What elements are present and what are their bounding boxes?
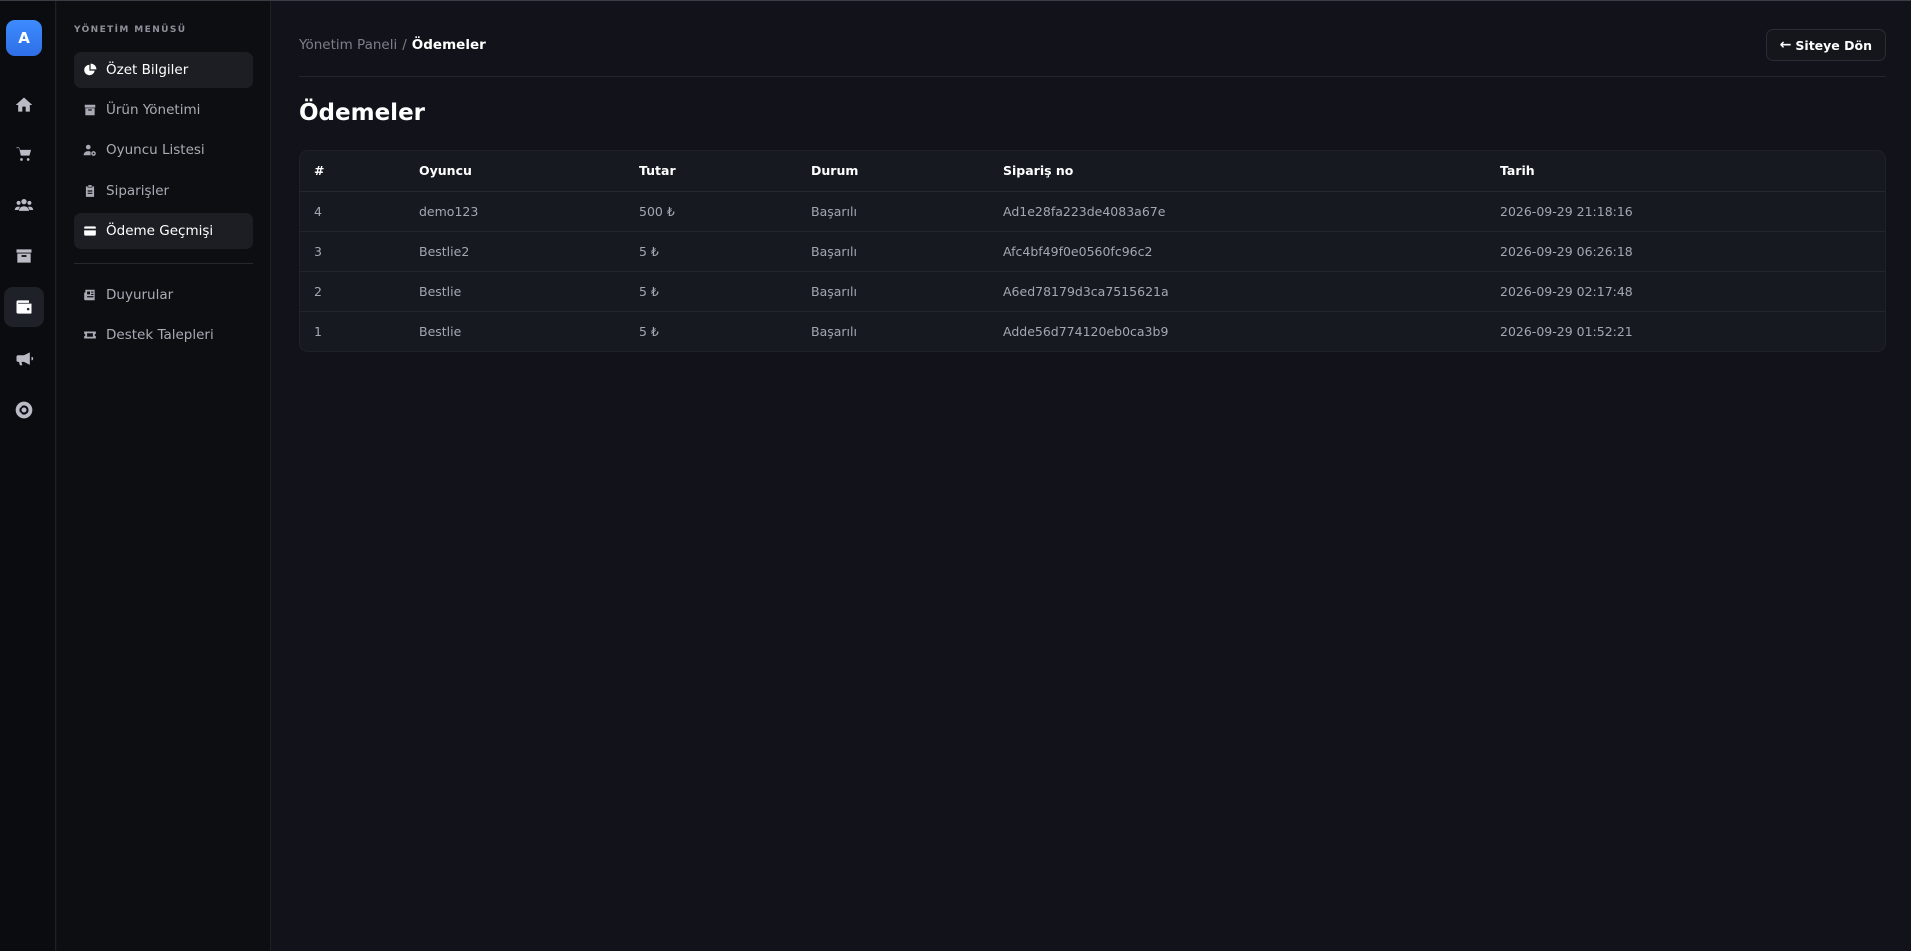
box-icon <box>84 104 96 116</box>
cell-order-no: Afc4bf49f0e0560fc96c2 <box>989 231 1486 272</box>
table-row[interactable]: 1 Bestlie 5 ₺ Başarılı Adde56d774120eb0c… <box>300 311 1885 351</box>
pie-chart-icon <box>84 63 97 76</box>
home-icon <box>15 97 33 112</box>
breadcrumb: Yönetim Paneli / Ödemeler <box>299 37 486 53</box>
rail-archive-button[interactable] <box>4 236 44 276</box>
user-gear-icon <box>83 144 96 156</box>
sidebar-item-label: Duyurular <box>106 287 174 303</box>
sidebar-item-players[interactable]: Oyuncu Listesi <box>74 132 253 168</box>
table-row[interactable]: 3 Bestlie2 5 ₺ Başarılı Afc4bf49f0e0560f… <box>300 231 1885 272</box>
wallet-icon <box>16 300 32 314</box>
sidebar-item-label: Ürün Yönetimi <box>106 102 201 118</box>
cell-status: Başarılı <box>797 191 989 232</box>
cell-date: 2026-09-29 21:18:16 <box>1486 191 1885 232</box>
table-header-row: # Oyuncu Tutar Durum Sipariş no Tarih <box>300 151 1885 192</box>
megaphone-icon <box>16 352 34 366</box>
sidebar-item-payment-history[interactable]: Ödeme Geçmişi <box>74 213 253 249</box>
app-logo[interactable]: A <box>6 20 42 56</box>
cell-order-no: A6ed78179d3ca7515621a <box>989 271 1486 312</box>
table-row[interactable]: 4 demo123 500 ₺ Başarılı Ad1e28fa223de40… <box>300 191 1885 232</box>
cell-amount: 5 ₺ <box>625 271 797 312</box>
archive-icon <box>16 249 32 263</box>
icon-rail: A <box>0 1 56 951</box>
sidebar-item-orders[interactable]: Siparişler <box>74 173 253 209</box>
rail-cart-button[interactable] <box>4 134 44 174</box>
cell-amount: 5 ₺ <box>625 231 797 272</box>
column-header-date[interactable]: Tarih <box>1486 151 1885 192</box>
cell-player: Bestlie <box>419 323 462 339</box>
breadcrumb-separator: / <box>402 37 407 53</box>
column-header-id[interactable]: # <box>300 151 405 192</box>
column-header-amount[interactable]: Tutar <box>625 151 797 192</box>
cell-status: Başarılı <box>811 323 857 339</box>
rail-announcements-button[interactable] <box>4 339 44 379</box>
sidebar-item-label: Ödeme Geçmişi <box>106 223 214 239</box>
newspaper-icon <box>84 289 95 301</box>
sidebar-heading: YÖNETİM MENÜSÜ <box>74 25 187 35</box>
cell-player: Bestlie <box>405 271 625 312</box>
cell-status: Başarılı <box>797 231 989 272</box>
sidebar-item-support-tickets[interactable]: Destek Talepleri <box>74 317 253 353</box>
cell-id: 3 <box>300 231 405 272</box>
back-to-site-button[interactable]: ← Siteye Dön <box>1765 29 1886 61</box>
cell-amount: 500 ₺ <box>625 191 797 232</box>
sidebar-item-label: Özet Bilgiler <box>106 62 189 78</box>
clipboard-icon <box>85 185 95 197</box>
rail-wallet-button[interactable] <box>4 287 44 327</box>
cell-id: 1 <box>314 323 322 339</box>
ticket-icon <box>84 331 96 339</box>
sidebar-item-label: Destek Talepleri <box>106 327 214 343</box>
sidebar-item-overview[interactable]: Özet Bilgiler <box>74 52 253 88</box>
cell-id: 4 <box>300 191 405 232</box>
cart-icon <box>16 147 32 161</box>
page-title: Ödemeler <box>299 100 426 126</box>
cell-order-no: Ad1e28fa223de4083a67e <box>989 191 1486 232</box>
cell-date: 2026-09-29 06:26:18 <box>1486 231 1885 272</box>
lifebuoy-icon <box>15 401 33 419</box>
rail-users-button[interactable] <box>4 185 44 225</box>
breadcrumb-parent-link[interactable]: Yönetim Paneli <box>299 37 397 53</box>
cell-player: demo123 <box>405 191 625 232</box>
sidebar: YÖNETİM MENÜSÜ Özet Bilgiler Ürün Yöneti… <box>57 1 271 951</box>
column-header-player[interactable]: Oyuncu <box>405 151 625 192</box>
sidebar-item-label: Siparişler <box>106 183 170 199</box>
cell-date: 2026-09-29 01:52:21 <box>1500 323 1633 339</box>
header-divider <box>299 76 1886 77</box>
sidebar-item-announcements[interactable]: Duyurular <box>74 277 253 313</box>
rail-support-button[interactable] <box>4 390 44 430</box>
column-header-status[interactable]: Durum <box>797 151 989 192</box>
cell-player: Bestlie2 <box>405 231 625 272</box>
cell-order-no: Adde56d774120eb0ca3b9 <box>1003 323 1169 339</box>
cell-date: 2026-09-29 02:17:48 <box>1486 271 1885 312</box>
cell-id: 2 <box>300 271 405 312</box>
column-header-order-no[interactable]: Sipariş no <box>989 151 1486 192</box>
rail-home-button[interactable] <box>4 85 44 125</box>
payments-table: # Oyuncu Tutar Durum Sipariş no Tarih 4 … <box>299 150 1886 352</box>
cell-status: Başarılı <box>797 271 989 312</box>
sidebar-item-products[interactable]: Ürün Yönetimi <box>74 92 253 128</box>
table-row[interactable]: 2 Bestlie 5 ₺ Başarılı A6ed78179d3ca7515… <box>300 271 1885 312</box>
cell-amount: 5 ₺ <box>639 323 659 339</box>
arrow-left-icon: ← <box>1779 37 1792 53</box>
users-icon <box>14 199 34 211</box>
back-to-site-label: Siteye Dön <box>1795 37 1872 53</box>
sidebar-divider <box>74 263 253 264</box>
credit-card-icon <box>84 226 96 236</box>
main-content: Yönetim Paneli / Ödemeler ← Siteye Dön Öde… <box>272 1 1911 951</box>
sidebar-item-label: Oyuncu Listesi <box>106 142 205 158</box>
breadcrumb-current: Ödemeler <box>411 37 486 53</box>
